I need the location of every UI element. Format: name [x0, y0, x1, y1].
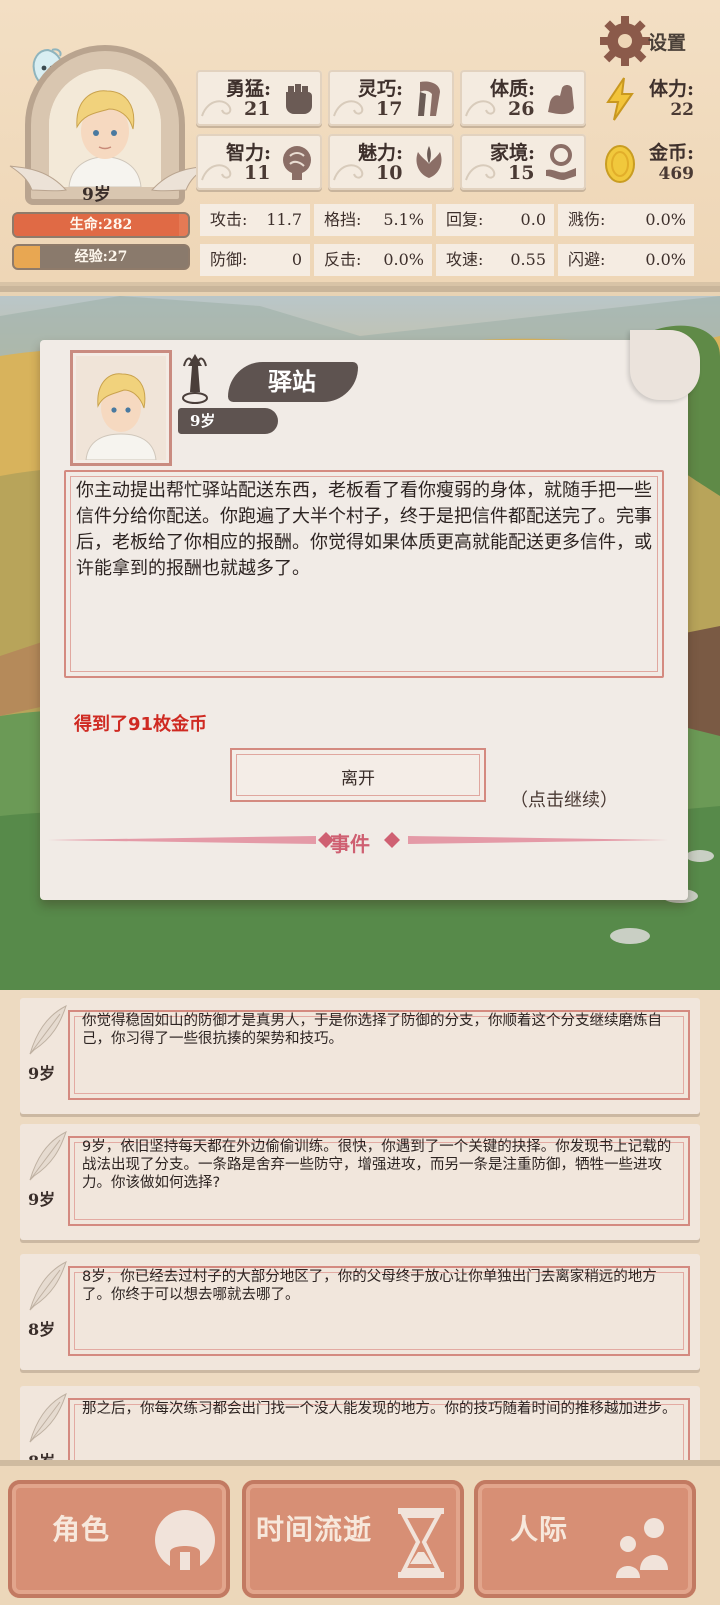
tower-icon: [182, 354, 208, 404]
fist-icon: [286, 84, 312, 114]
log-entry[interactable]: 9岁 9岁，依旧坚持每天都在外边偷偷训练。很快，你遇到了一个关键的抉择。你发现书…: [20, 1124, 700, 1240]
combat-stat: 格挡: 5.1%: [314, 204, 432, 236]
resource-gold[interactable]: 金币: 469: [596, 134, 702, 190]
log-age: 8岁: [28, 1320, 56, 1339]
people-icon: [616, 1518, 668, 1578]
bottom-nav: 角色 时间流逝 人际: [0, 1460, 720, 1605]
nav-relations-button[interactable]: 人际: [474, 1480, 696, 1598]
flower-icon: [416, 146, 442, 178]
stat-family[interactable]: 家境: 15: [460, 134, 586, 190]
nav-label: 人际: [510, 1513, 569, 1546]
lightning-icon: [606, 77, 634, 121]
combat-stat: 回复: 0.0: [436, 204, 554, 236]
scarf-icon: [418, 81, 440, 116]
continue-hint[interactable]: （点击继续）: [510, 786, 618, 812]
exp-bar-fill: [14, 246, 41, 268]
leave-button[interactable]: 离开: [230, 748, 486, 802]
combat-stat: 闪避: 0.0%: [558, 244, 694, 276]
combat-stat: 反击: 0.0%: [314, 244, 432, 276]
log-text: 那之后，你每次练习都会出门找一个没人能发现的地方。你的技巧随着时间的推移越加进步…: [82, 1401, 677, 1417]
resource-name: 金币:: [648, 142, 694, 164]
nav-label: 角色: [52, 1513, 111, 1546]
stat-name: 家境:: [490, 142, 536, 164]
gold-coin-icon: [605, 145, 635, 183]
hp-bar: 生命:282: [12, 212, 190, 238]
event-reward: 得到了91枚金币: [74, 714, 208, 735]
stat-intelligence[interactable]: 智力: 11: [196, 134, 322, 190]
feather-icon: [29, 1393, 67, 1443]
nav-character-button[interactable]: 角色: [8, 1480, 230, 1598]
event-footer-label: 事件: [330, 832, 370, 856]
status-panel: 75 9岁 生命:282 经验:27 勇猛: 21 灵巧: 17: [0, 0, 720, 292]
log-text: 8岁，你已经去过村子的大部分地区了，你的父母终于放心让你单独出门去离家稍远的地方…: [82, 1269, 657, 1303]
combat-stat: 防御: 0: [200, 244, 310, 276]
log-age: 9岁: [28, 1190, 56, 1209]
leave-button-label: 离开: [341, 769, 375, 789]
event-text-box: 你主动提出帮忙驿站配送东西，老板看了看你瘦弱的身体，就随手把一些信件分给你配送。…: [64, 470, 664, 678]
log-entry[interactable]: 9岁 你觉得稳固如山的防御才是真男人，于是你选择了防御的分支，你顺着这个分支继续…: [20, 998, 700, 1114]
stat-value: 15: [508, 162, 535, 184]
stat-name: 智力:: [226, 142, 272, 164]
stat-name: 体质:: [490, 78, 536, 100]
resource-value: 22: [670, 100, 694, 120]
log-entry[interactable]: 8岁 8岁，你已经去过村子的大部分地区了，你的父母终于放心让你单独出门去离家稍远…: [20, 1254, 700, 1370]
resource-name: 体力:: [648, 78, 694, 100]
stat-bravery[interactable]: 勇猛: 21: [196, 70, 322, 126]
wing-ornament-left: [9, 165, 67, 192]
life-log[interactable]: 9岁 你觉得稳固如山的防御才是真男人，于是你选择了防御的分支，你顺着这个分支继续…: [0, 990, 720, 1460]
event-age: 9岁: [178, 408, 278, 434]
event-description: 你主动提出帮忙驿站配送东西，老板看了看你瘦弱的身体，就随手把一些信件分给你配送。…: [76, 480, 652, 579]
brain-icon: [283, 146, 311, 180]
avatar: [76, 356, 166, 460]
feather-icon: [29, 1005, 67, 1055]
log-text: 9岁，依旧坚持每天都在外边偷偷训练。很快，你遇到了一个关键的抉择。你发现书上记载…: [82, 1139, 672, 1191]
exp-bar: 经验:27: [12, 244, 190, 270]
stat-agility[interactable]: 灵巧: 17: [328, 70, 454, 126]
stat-constitution[interactable]: 体质: 26: [460, 70, 586, 126]
resource-value: 469: [658, 164, 695, 184]
hourglass-icon: [398, 1508, 444, 1578]
character-icon: [155, 1510, 215, 1570]
event-portrait: [70, 350, 172, 466]
feather-icon: [29, 1261, 67, 1311]
stat-name: 魅力:: [358, 142, 404, 164]
stat-value: 11: [244, 162, 271, 184]
coin-hand-icon: [546, 144, 576, 180]
stat-charm[interactable]: 魅力: 10: [328, 134, 454, 190]
combat-stat: 攻速: 0.55: [436, 244, 554, 276]
hp-label: 生命:282: [69, 217, 133, 233]
log-entry[interactable]: 8岁 那之后，你每次练习都会出门找一个没人能发现的地方。你的技巧随着时间的推移越…: [20, 1386, 700, 1460]
exp-label: 经验:27: [74, 249, 128, 265]
event-dialog[interactable]: 驿站 9岁 你主动提出帮忙驿站配送东西，老板看了看你瘦弱的身体，就随手把一些信件…: [40, 330, 700, 900]
gear-icon: [600, 16, 650, 66]
stat-name: 勇猛:: [226, 78, 272, 100]
settings-button[interactable]: 设置: [598, 14, 708, 68]
resource-stamina[interactable]: 体力: 22: [596, 70, 702, 126]
settings-label: 设置: [648, 32, 687, 54]
stat-value: 26: [508, 98, 535, 120]
age-label: 9岁: [82, 185, 111, 205]
feather-icon: [29, 1131, 67, 1181]
log-text: 你觉得稳固如山的防御才是真男人，于是你选择了防御的分支，你顺着这个分支继续磨炼自…: [82, 1013, 662, 1047]
stat-value: 17: [376, 98, 403, 120]
event-title: 驿站: [228, 362, 358, 402]
scroll-curl: [630, 330, 700, 400]
stat-name: 灵巧:: [358, 78, 404, 100]
combat-stat: 攻击: 11.7: [200, 204, 310, 236]
stat-value: 10: [376, 162, 403, 184]
stat-value: 21: [244, 98, 271, 120]
nav-label: 时间流逝: [256, 1513, 373, 1546]
muscle-icon: [548, 85, 574, 115]
log-age: 9岁: [28, 1064, 56, 1083]
log-age: 8岁: [28, 1448, 55, 1460]
combat-stat: 溅伤: 0.0%: [558, 204, 694, 236]
nav-time-button[interactable]: 时间流逝: [242, 1480, 464, 1598]
